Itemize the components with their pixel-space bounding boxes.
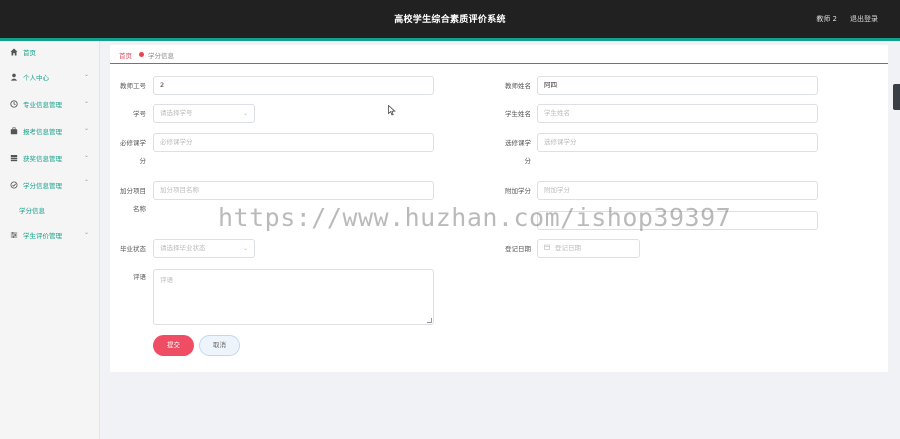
graduation-status-select[interactable]: 请选择毕业状态 ⌄ [153,239,255,258]
elective-credit-label: 选修课学 [505,139,531,147]
bonus-credit-label: 附加学分 [505,187,531,195]
app-title: 高校学生综合素质评价系统 [394,15,506,25]
comment-label: 评语 [133,273,146,281]
trophy-icon [10,154,18,162]
required-credit-label-cont: 分 [139,157,147,165]
student-id-select[interactable]: 请选择学号 ⌄ [153,104,255,123]
breadcrumb-home[interactable]: 首页 [119,50,132,60]
teacher-name-input[interactable]: 阿四 [537,76,818,95]
calendar-icon [544,240,550,257]
sidebar-item-major[interactable]: 专业信息管理 ⌄ [0,95,100,113]
sidebar-item-home[interactable]: 首页 [0,43,100,61]
bonus-item-input[interactable]: 加分项目名称 [153,181,434,200]
chevron-down-icon: ⌄ [84,229,90,236]
breadcrumb: 首页 学分信息 [110,45,888,64]
sidebar-item-label: 学生评价管理 [23,232,62,240]
sidebar-item-label: 报考信息管理 [23,128,62,136]
chevron-down-icon: ⌄ [242,110,248,117]
clock-icon [10,100,18,108]
sidebar-item-awards[interactable]: 获奖信息管理 ⌄ [0,149,100,167]
logout-link[interactable]: 退出登录 [850,14,878,24]
cancel-button[interactable]: 取消 [199,335,240,356]
student-name-input[interactable]: 学生姓名 [537,104,818,123]
elective-credit-label-cont: 分 [524,157,532,165]
breadcrumb-separator-dot [139,52,144,57]
bonus-item-label: 加分项目 [120,187,146,195]
graduation-status-placeholder: 请选择毕业状态 [160,244,206,252]
register-date-picker[interactable]: 登记日期 [537,239,640,258]
sidebar-item-label: 学分信息 [19,207,45,215]
side-panel-tab[interactable] [893,84,900,110]
bonus-credit-input[interactable]: 附加学分 [537,181,818,200]
comment-textarea[interactable]: 评语 [153,269,434,325]
teacher-name-label: 教师姓名 [505,82,531,90]
sidebar-item-label: 个人中心 [23,74,49,82]
bonus-item-placeholder: 加分项目名称 [160,186,199,194]
student-name-placeholder: 学生姓名 [544,109,570,117]
sidebar: 首页 个人中心 ⌄ 专业信息管理 ⌄ 报考信息管理 ⌄ 获奖信息管理 ⌄ 学分信… [0,41,100,439]
teacher-name-value: 阿四 [544,81,557,89]
breadcrumb-current: 学分信息 [148,52,174,60]
resize-grip-icon[interactable] [427,318,432,323]
top-header: 高校学生综合素质评价系统 教师 2 退出登录 [0,0,900,38]
chevron-down-icon: ⌄ [242,245,248,252]
elective-credit-input[interactable]: 选修课学分 [537,133,818,152]
required-credit-label: 必修课学 [120,139,146,147]
bonus-credit-placeholder: 附加学分 [544,186,570,194]
user-icon [10,73,18,81]
chevron-down-icon: ⌄ [84,125,90,132]
sidebar-item-label: 学分信息管理 [23,182,62,190]
submit-button[interactable]: 提交 [153,335,194,356]
home-icon [10,48,18,56]
sidebar-subitem-credit-info[interactable]: 学分信息 [0,201,100,219]
sidebar-item-profile[interactable]: 个人中心 ⌄ [0,68,100,86]
student-name-label: 学生姓名 [505,110,531,118]
teacher-id-label: 教师工号 [120,82,146,90]
student-id-placeholder: 请选择学号 [160,109,193,117]
chevron-down-icon: ⌄ [84,71,90,78]
bonus-item-label-cont: 名称 [133,205,146,213]
required-credit-input[interactable]: 必修课学分 [153,133,434,152]
chevron-down-icon: ⌄ [84,98,90,105]
current-user: 教师 2 [816,15,837,23]
sidebar-item-label: 首页 [23,49,36,57]
graduation-status-label: 毕业状态 [120,245,146,253]
required-credit-placeholder: 必修课学分 [160,138,193,146]
chevron-down-icon: ⌄ [84,152,90,159]
sliders-icon [10,231,18,239]
mouse-cursor-icon [388,104,396,118]
comment-placeholder: 评语 [160,276,173,284]
briefcase-icon [10,127,18,135]
watermark-text: https://www.huzhan.com/ishop39397 [218,203,732,232]
sidebar-item-label: 获奖信息管理 [23,155,62,163]
teacher-id-input[interactable]: 2 [153,76,434,95]
sidebar-item-credits[interactable]: 学分信息管理 ⌃ [0,176,100,194]
register-date-placeholder: 登记日期 [555,244,581,252]
sidebar-item-label: 专业信息管理 [23,101,62,109]
student-id-label: 学号 [133,110,146,118]
elective-credit-placeholder: 选修课学分 [544,138,577,146]
credit-icon [10,181,18,189]
header-accent-line [0,38,900,41]
sidebar-item-application[interactable]: 报考信息管理 ⌄ [0,122,100,140]
chevron-up-icon: ⌃ [84,179,90,186]
teacher-id-value: 2 [160,81,165,89]
register-date-label: 登记日期 [505,245,531,253]
sidebar-item-evaluation[interactable]: 学生评价管理 ⌄ [0,226,100,244]
